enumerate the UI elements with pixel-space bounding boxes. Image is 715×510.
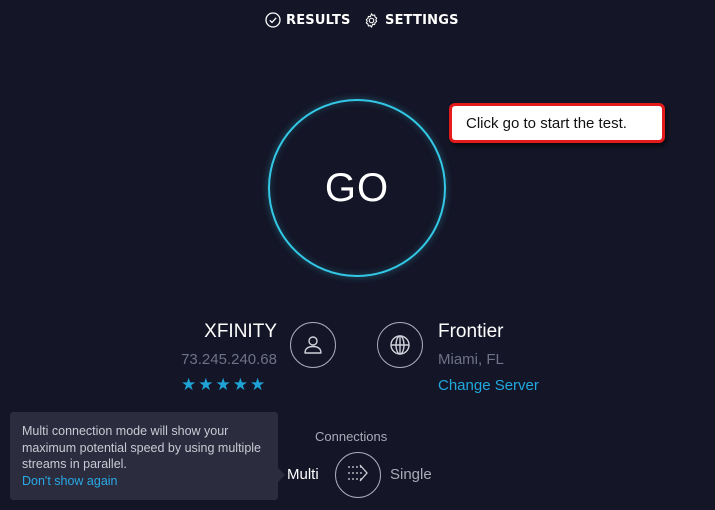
- globe-icon[interactable]: [377, 322, 423, 368]
- user-icon: [290, 322, 336, 368]
- tooltip-text: Multi connection mode will show your max…: [22, 424, 262, 471]
- callout-text: Click go to start the test.: [466, 114, 627, 132]
- results-nav-label: RESULTS: [286, 12, 351, 28]
- server-name: Frontier: [438, 321, 504, 342]
- star-icon[interactable]: ★: [181, 375, 196, 395]
- multi-connection-tooltip: Multi connection mode will show your max…: [10, 412, 285, 500]
- change-server-link[interactable]: Change Server: [438, 377, 539, 394]
- multi-stream-icon: [345, 460, 371, 490]
- isp-name: XFINITY: [204, 321, 277, 342]
- dont-show-again-link[interactable]: Don't show again: [22, 473, 266, 490]
- gear-icon: [363, 12, 380, 29]
- server-location: Miami, FL: [438, 351, 504, 368]
- settings-nav-label: SETTINGS: [385, 13, 459, 28]
- results-nav-button[interactable]: RESULTS: [265, 12, 351, 28]
- connection-mode-toggle[interactable]: [335, 452, 381, 498]
- star-icon[interactable]: ★: [198, 375, 213, 395]
- check-circle-icon: [265, 12, 281, 28]
- connections-label: Connections: [315, 429, 388, 444]
- star-icon[interactable]: ★: [250, 375, 265, 395]
- star-icon[interactable]: ★: [233, 375, 248, 395]
- top-nav: RESULTS SETTINGS: [0, 12, 715, 32]
- instruction-callout: Click go to start the test.: [449, 103, 665, 143]
- multi-connection-option[interactable]: Multi: [287, 466, 319, 483]
- star-icon[interactable]: ★: [216, 375, 231, 395]
- isp-ip-address: 73.245.240.68: [181, 351, 277, 368]
- go-button[interactable]: GO: [268, 99, 446, 277]
- go-button-label: GO: [324, 165, 390, 210]
- settings-nav-button[interactable]: SETTINGS: [363, 12, 459, 29]
- isp-rating[interactable]: ★ ★ ★ ★ ★: [181, 375, 265, 395]
- single-connection-option[interactable]: Single: [390, 466, 432, 483]
